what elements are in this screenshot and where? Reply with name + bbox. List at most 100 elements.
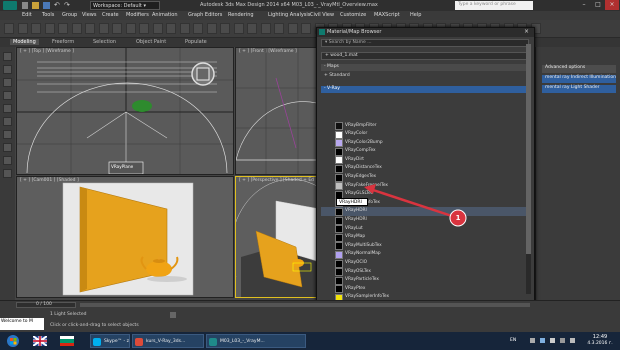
map-list-item[interactable]: VRayDistanceTex [321,164,527,173]
section-maps[interactable]: - Maps [321,64,529,71]
uk-flag-icon[interactable] [32,335,48,347]
toolbar-button[interactable] [179,23,190,34]
close-button[interactable]: × [605,0,619,10]
command-panel-item[interactable]: mental ray Indirect Illumination [542,75,616,83]
app-logo-icon[interactable] [3,1,17,10]
section-vray[interactable]: - V-Ray [321,86,529,93]
toolbar-button[interactable] [247,23,257,34]
tool-button[interactable] [3,52,12,61]
dialog-title-bar[interactable]: Material/Map Browser [317,28,534,37]
tool-button[interactable] [3,156,12,165]
redo-icon[interactable]: ↷ [64,1,70,9]
menu-item[interactable]: Civil View [310,12,334,18]
map-list-item[interactable]: VRayMap [321,233,527,242]
map-list-item[interactable]: VRayOSLTex [321,267,527,277]
ribbon-tab[interactable]: Selection [93,39,116,45]
toolbar-button[interactable] [58,23,68,34]
map-list-item[interactable]: VRayBmpFilter [321,121,527,130]
clock-time[interactable]: 12:49 [585,334,615,340]
command-panel-item[interactable]: mental ray Light Shader [542,85,616,93]
clock-date[interactable]: 4.3.2016 г. [583,341,617,346]
command-panel-item[interactable]: Advanced options [542,65,616,73]
toolbar-button[interactable] [301,23,311,34]
toolbar-button[interactable] [274,23,284,34]
tool-button[interactable] [3,78,12,87]
workspace-dropdown[interactable]: Workspace: Default ▾ [90,1,160,10]
ribbon-tab[interactable]: Modeling [10,39,39,45]
ribbon-tab[interactable]: Object Paint [136,39,166,45]
taskbar-app-button[interactable]: Skype™ - zlatkov... [90,334,130,348]
search-input[interactable]: Type a keyword or phrase [455,1,533,10]
tray-icons[interactable] [530,337,580,345]
toolbar-button[interactable] [287,23,298,34]
undo-icon[interactable]: ↶ [54,1,60,9]
map-list-item[interactable]: VRayPtex [321,284,527,294]
menu-item[interactable]: Animation [152,12,178,18]
toolbar-button[interactable] [17,23,28,34]
save-icon[interactable] [43,2,50,9]
toolbar-button[interactable] [125,23,136,34]
open-file-icon[interactable] [32,2,39,9]
map-list-item[interactable]: VRayParticleTex [321,276,527,285]
menu-item[interactable]: Rendering [228,12,254,18]
menu-item[interactable]: Lighting Analysis [268,12,310,18]
menu-item[interactable]: Edit [22,12,32,18]
map-list-item[interactable]: VRayColor [321,130,527,139]
quick-access-toolbar[interactable]: ↶ ↷ [22,1,82,9]
map-list-item[interactable]: VRayNormalMap [321,250,527,259]
dialog-scrollbar-thumb[interactable] [526,44,531,254]
toolbar-button[interactable] [152,23,163,34]
toolbar-button[interactable] [139,23,149,34]
tool-button[interactable] [3,130,12,139]
maxscript-listener[interactable]: Welcome to M [0,318,44,330]
section-standard[interactable]: + Standard [321,73,529,80]
toolbar-button[interactable] [98,23,109,34]
toolbar-button[interactable] [206,23,217,34]
toolbar-button[interactable] [31,23,41,34]
viewport-camera[interactable]: [ + ] [Cam001 ] [Shaded ] [16,176,234,298]
ribbon-tab[interactable]: Populate [185,39,207,45]
maximize-button[interactable]: □ [591,0,605,10]
tool-button[interactable] [3,143,12,152]
map-list-item[interactable]: VRayOCIO [321,259,527,268]
timeline-track[interactable] [80,303,530,307]
menu-item[interactable]: Views [82,12,96,18]
toolbar-button[interactable] [85,23,95,34]
dialog-close-icon[interactable]: × [522,28,531,36]
toolbar-button[interactable] [112,23,122,34]
menu-item[interactable]: Help [410,12,421,18]
minimize-button[interactable]: – [577,0,591,10]
menu-item[interactable]: Customize [340,12,366,18]
taskbar-app-button[interactable]: kurs_V-Ray_3ds... [132,334,204,348]
dialog-search-input[interactable]: ▾ Search by Name ... [321,39,529,47]
lock-icon[interactable] [170,312,176,318]
tool-button[interactable] [3,169,12,178]
start-button[interactable] [3,334,23,348]
map-list-item[interactable]: VRayCompTex [321,147,527,156]
tool-button[interactable] [3,104,12,113]
tool-button[interactable] [3,91,12,100]
toolbar-button[interactable] [166,23,176,34]
toolbar-button[interactable] [193,23,203,34]
new-file-icon[interactable] [22,2,28,9]
tool-button[interactable] [3,65,12,74]
toolbar-button[interactable] [4,23,14,34]
ribbon-tab[interactable]: Freeform [52,39,74,45]
tool-button[interactable] [3,117,12,126]
menu-item[interactable]: Modifiers [126,12,149,18]
taskbar-app-button[interactable]: M03_L03_-_VrayM... [206,334,306,348]
language-indicator[interactable]: EN [510,338,516,343]
menu-item[interactable]: Graph Editors [188,12,222,18]
map-list-item[interactable]: VRayColor2Bump [321,138,527,148]
map-list-item[interactable]: VRayDirt [321,155,527,165]
toolbar-button[interactable] [44,23,55,34]
menu-item[interactable]: Group [62,12,77,18]
map-list-item[interactable]: VRayMultiSubTex [321,241,527,251]
viewport-top[interactable]: [ + ] [Top ] [Wireframe ] VRayPlane [16,47,234,175]
toolbar-button[interactable] [260,23,271,34]
bulgarian-flag-icon[interactable] [60,336,74,346]
library-field[interactable]: + wood_1.mat [321,52,529,60]
toolbar-button[interactable] [233,23,244,34]
toolbar-button[interactable] [71,23,82,34]
menu-item[interactable]: Tools [42,12,54,18]
